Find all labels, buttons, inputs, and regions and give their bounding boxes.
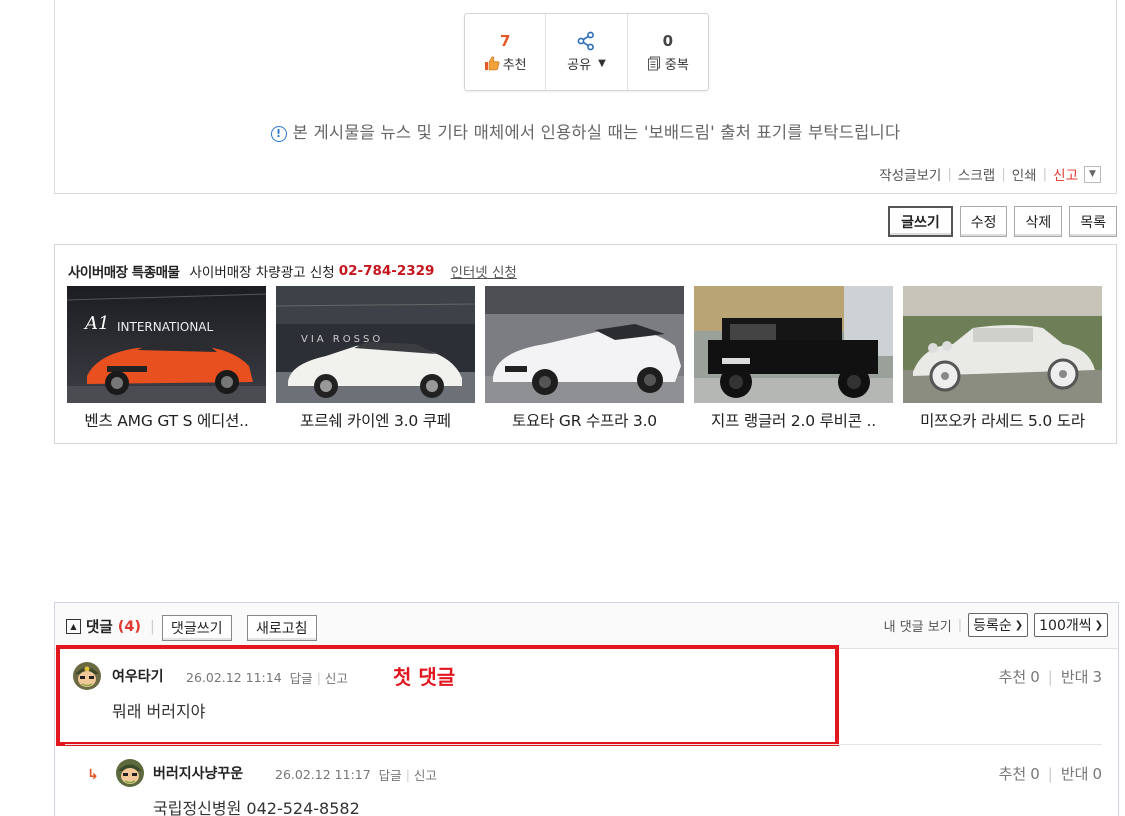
car-image[interactable] — [903, 286, 1102, 403]
comment-text: 뭐래 버러지야 — [112, 702, 206, 721]
post-tools: 작성글보기 | 스크랩 | 인쇄 | 신고 ▼ — [879, 164, 1101, 184]
comments-title: 댓글 — [86, 620, 113, 636]
comment-text: 국립정신병원 042-524-8582 — [153, 799, 360, 816]
comment-author[interactable]: 버러지사냥꾸운 — [153, 763, 243, 783]
internet-apply-link[interactable]: 인터넷 신청 — [450, 261, 516, 281]
car-image[interactable]: A1 INTERNATIONAL — [67, 286, 266, 403]
edit-button[interactable]: 수정 — [959, 206, 1008, 237]
car-name[interactable]: 지프 랭글러 2.0 루비콘 .. — [694, 409, 893, 431]
duplicate-count: 0 — [662, 32, 674, 50]
svg-text:A1: A1 — [83, 313, 109, 334]
vote-bar: 7 추천 공유 ▼ 0 중복 — [464, 13, 709, 91]
recommend-label: 추천 — [502, 57, 527, 73]
upvote-count: 0 — [1030, 764, 1040, 783]
car-badge: INTERNATIONAL — [117, 320, 214, 334]
share-button[interactable]: 공유 ▼ — [546, 14, 628, 90]
reply-link[interactable]: 답글 — [290, 668, 313, 687]
downvote-label[interactable]: 반대 — [1061, 763, 1089, 784]
car-item[interactable]: VIA ROSSO 포르쉐 카이엔 3.0 쿠페 — [276, 286, 475, 431]
car-item[interactable]: A1 INTERNATIONAL 벤츠 AMG GT S 에디션.. — [67, 286, 266, 431]
post-footer: 7 추천 공유 ▼ 0 중복 ! 본 게시물을 뉴스 및 기타 매체에서 인용하… — [54, 0, 1117, 194]
comments-count: (4) — [117, 618, 142, 635]
avatar — [73, 662, 101, 690]
delete-button[interactable]: 삭제 — [1014, 206, 1063, 237]
car-name[interactable]: 벤츠 AMG GT S 에디션.. — [67, 409, 266, 431]
comment-author[interactable]: 여우타기 — [112, 666, 164, 686]
my-comments-link[interactable]: 내 댓글 보기 — [884, 616, 952, 635]
car-name[interactable]: 미쯔오카 라세드 5.0 도라 — [903, 409, 1102, 431]
comments-toolbar: ▲ 댓글 (4) | 댓글쓰기 새로고침 내 댓글 보기 | 등록순 ❯ 100개… — [55, 603, 1118, 649]
comments-toggle[interactable]: ▲ 댓글 (4) | — [66, 616, 159, 637]
view-posts-link[interactable]: 작성글보기 — [879, 164, 941, 184]
report-link[interactable]: 신고 — [325, 668, 348, 687]
car-image[interactable] — [694, 286, 893, 403]
cyber-phone: 02-784-2329 — [338, 263, 435, 279]
car-name[interactable]: 포르쉐 카이엔 3.0 쿠페 — [276, 409, 475, 431]
cyber-ad-text: 사이버매장 차량광고 신청 — [189, 265, 335, 281]
car-item[interactable]: 토요타 GR 수프라 3.0 — [485, 286, 684, 431]
share-icon — [578, 31, 595, 51]
car-item[interactable]: 미쯔오카 라세드 5.0 도라 — [903, 286, 1102, 431]
write-button[interactable]: 글쓰기 — [888, 206, 953, 237]
cyber-store-section: 사이버매장 특종매물 사이버매장 차량광고 신청 02-784-2329 인터넷… — [54, 244, 1117, 444]
comment-date: 26.02.12 11:17 — [275, 767, 371, 782]
share-label: 공유 — [567, 57, 592, 73]
chevron-down-icon: ❯ — [1094, 619, 1103, 631]
upvote-label[interactable]: 추천 — [999, 763, 1027, 784]
comment-date: 26.02.12 11:14 — [186, 670, 282, 685]
cyber-store-title: 사이버매장 특종매물 — [68, 265, 180, 281]
recommend-button[interactable]: 7 추천 — [465, 14, 547, 90]
upvote-label[interactable]: 추천 — [999, 666, 1027, 687]
report-link[interactable]: 신고 — [1053, 164, 1078, 184]
refresh-button[interactable]: 새로고침 — [247, 615, 317, 641]
car-image[interactable]: VIA ROSSO — [276, 286, 475, 403]
list-button[interactable]: 목록 — [1069, 206, 1117, 237]
reply-arrow-icon: ↳ — [87, 767, 99, 783]
citation-notice: ! 본 게시물을 뉴스 및 기타 매체에서 인용하실 때는 '보배드림' 출처 표… — [55, 119, 1116, 143]
downvote-count: 0 — [1092, 764, 1102, 783]
comments-section: ▲ 댓글 (4) | 댓글쓰기 새로고침 내 댓글 보기 | 등록순 ❯ 100개… — [54, 602, 1119, 816]
info-icon: ! — [270, 126, 287, 142]
downvote-count: 3 — [1092, 667, 1102, 686]
car-list: A1 INTERNATIONAL 벤츠 AMG GT S 에디션.. VIA R… — [67, 286, 1102, 431]
duplicate-button[interactable]: 0 중복 — [628, 14, 708, 90]
scrap-link[interactable]: 스크랩 — [958, 164, 995, 184]
upvote-count: 0 — [1030, 667, 1040, 686]
per-page-select[interactable]: 100개씩 ❯ — [1034, 613, 1108, 637]
reply-link[interactable]: 답글 — [379, 765, 402, 784]
print-link[interactable]: 인쇄 — [1012, 164, 1037, 184]
thumbs-up-icon — [484, 56, 500, 71]
car-name[interactable]: 토요타 GR 수프라 3.0 — [485, 409, 684, 431]
duplicate-label: 중복 — [664, 57, 689, 73]
chevron-down-icon: ❯ — [1014, 619, 1024, 631]
collapse-icon[interactable]: ▲ — [66, 619, 81, 634]
downvote-label[interactable]: 반대 — [1061, 666, 1089, 687]
report-link[interactable]: 신고 — [414, 765, 437, 784]
write-comment-button[interactable]: 댓글쓰기 — [162, 615, 232, 641]
car-image[interactable] — [485, 286, 684, 403]
post-actions: 글쓰기 수정 삭제 목록 — [888, 206, 1117, 237]
more-dropdown-icon[interactable]: ▼ — [1084, 165, 1101, 183]
duplicate-doc-icon — [647, 56, 660, 70]
avatar — [116, 759, 144, 787]
car-item[interactable]: 지프 랭글러 2.0 루비콘 .. — [694, 286, 893, 431]
first-comment-label: 첫 댓글 — [393, 665, 456, 689]
sort-select[interactable]: 등록순 ❯ — [968, 613, 1029, 637]
recommend-count: 7 — [499, 32, 511, 50]
caret-down-icon: ▼ — [598, 57, 606, 69]
